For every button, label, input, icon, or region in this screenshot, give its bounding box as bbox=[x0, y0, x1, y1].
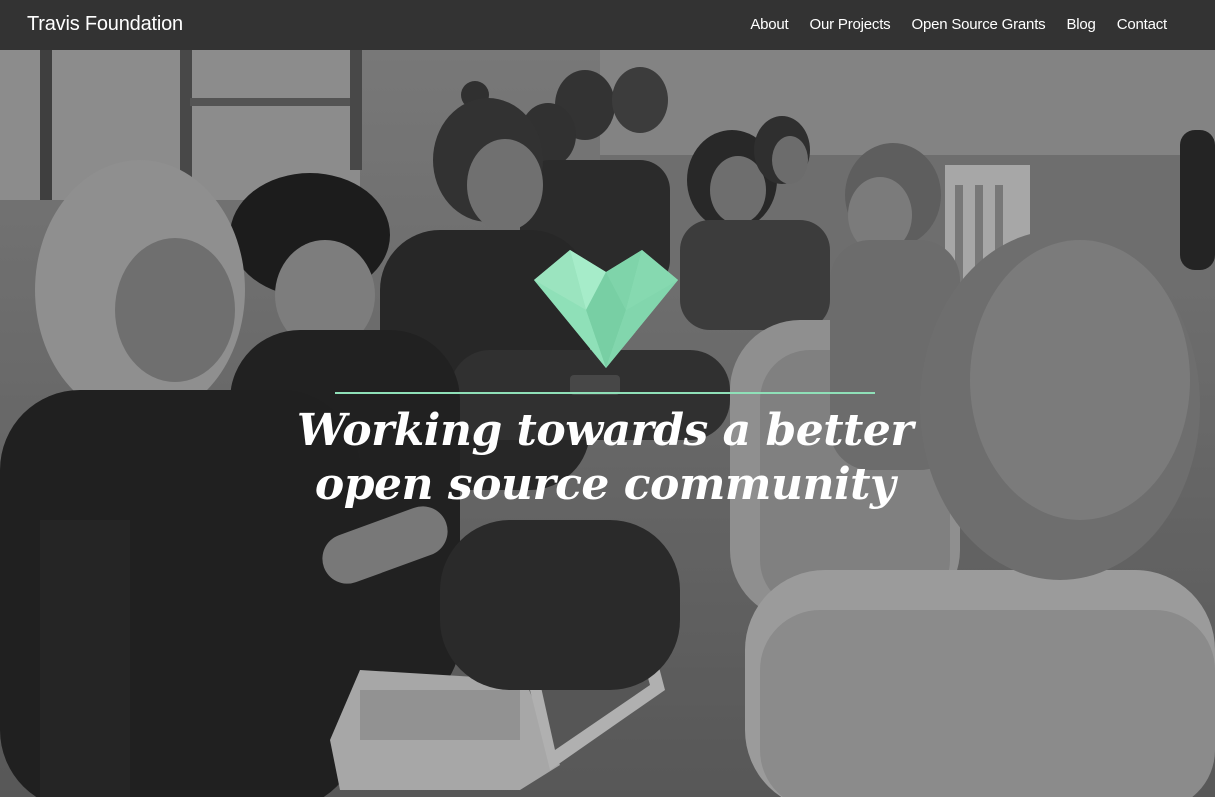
hero-tagline: Working towards a better open source com… bbox=[250, 404, 960, 512]
page: Travis Foundation About Our Projects Ope… bbox=[0, 0, 1215, 797]
hero-section: Working towards a better open source com… bbox=[0, 50, 1215, 797]
nav-item-our-projects: Our Projects bbox=[810, 16, 891, 34]
nav-link-about[interactable]: About bbox=[750, 16, 788, 33]
nav-item-blog: Blog bbox=[1066, 16, 1095, 34]
main-nav: About Our Projects Open Source Grants Bl… bbox=[750, 16, 1167, 34]
nav-item-contact: Contact bbox=[1117, 16, 1167, 34]
nav-link-contact[interactable]: Contact bbox=[1117, 16, 1167, 33]
hero-tagline-line1: Working towards a better bbox=[296, 405, 914, 456]
hero-tagline-line2: open source community bbox=[314, 459, 896, 510]
top-navbar: Travis Foundation About Our Projects Ope… bbox=[0, 0, 1215, 50]
nav-link-blog[interactable]: Blog bbox=[1066, 16, 1095, 33]
nav-link-open-source-grants[interactable]: Open Source Grants bbox=[911, 16, 1045, 33]
heart-icon bbox=[534, 250, 678, 368]
nav-item-open-source-grants: Open Source Grants bbox=[911, 16, 1045, 34]
brand-link[interactable]: Travis Foundation bbox=[27, 13, 183, 36]
nav-item-about: About bbox=[750, 16, 788, 34]
tagline-divider bbox=[335, 392, 875, 394]
nav-link-our-projects[interactable]: Our Projects bbox=[810, 16, 891, 33]
